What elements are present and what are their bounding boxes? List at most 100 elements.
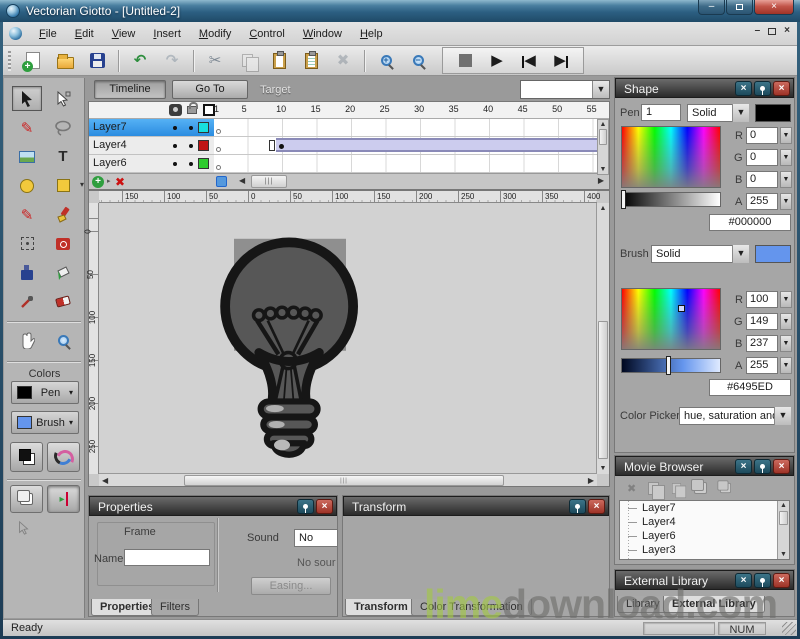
brush-color-button[interactable]: Brush ▾	[11, 411, 79, 434]
frame-cursor[interactable]	[269, 140, 275, 151]
movie-browser-hide-button[interactable]: ×	[735, 459, 752, 474]
mdi-minimize-button[interactable]: –	[755, 25, 761, 38]
movie-browser-close-button[interactable]: ×	[773, 459, 790, 474]
frames-row-layer7[interactable]	[214, 119, 599, 137]
brush-color-field[interactable]	[621, 288, 721, 350]
layer-color-swatch[interactable]	[198, 158, 209, 169]
stage-scroll-right[interactable]: ▶	[588, 476, 594, 485]
menu-item-window[interactable]: Window	[294, 25, 351, 43]
resize-grip[interactable]	[782, 622, 796, 635]
brush-style-dropdown-arrow[interactable]: ▼	[732, 245, 749, 263]
default-colors-button[interactable]	[10, 442, 43, 472]
layer-row-layer6[interactable]: Layer6	[89, 155, 214, 173]
close-button[interactable]: ×	[754, 0, 794, 15]
cut-button[interactable]: ✂	[201, 49, 229, 73]
image-tool[interactable]	[12, 144, 42, 169]
first-frame-button[interactable]: ◀	[515, 49, 543, 73]
external-library-hide-button[interactable]: ×	[735, 573, 752, 588]
hand-tool[interactable]	[12, 328, 42, 353]
mdi-close-button[interactable]: ×	[784, 25, 790, 38]
movie-browser-tree[interactable]: Layer7Layer4Layer6Layer3 ▲ ▼	[619, 500, 790, 560]
timeline-scroll-thumb[interactable]: |||	[251, 175, 287, 188]
stage-hscroll-thumb[interactable]: |||	[184, 475, 504, 486]
timeline-scroll-left[interactable]: ◀	[239, 176, 245, 185]
zoom-out-button[interactable]: −	[404, 49, 432, 73]
menu-item-modify[interactable]: Modify	[190, 25, 240, 43]
delete-layer-button[interactable]: ✖	[115, 175, 125, 189]
stage-canvas[interactable]	[99, 203, 597, 474]
layer-visible-dot[interactable]	[173, 126, 177, 130]
pen-luminance-slider[interactable]	[621, 192, 721, 207]
fill-transform-tool[interactable]	[48, 231, 78, 256]
pen-width-input[interactable]: 1	[641, 104, 681, 121]
rectangle-tool-flyout-arrow[interactable]: ▾	[80, 180, 84, 189]
new-document-button[interactable]: +	[19, 49, 47, 73]
go-to-movie-button[interactable]: Go To Movie	[172, 80, 248, 99]
stage-vertical-scrollbar[interactable]: ▲ ▼	[596, 203, 609, 474]
brush-a-spinner[interactable]: 255▼	[746, 357, 792, 374]
pen-r-spinner[interactable]: 0▼	[746, 127, 792, 144]
mb-scroll-down[interactable]: ▼	[778, 551, 789, 558]
pen-b-spinner[interactable]: 0▼	[746, 171, 792, 188]
menu-item-insert[interactable]: Insert	[144, 25, 190, 43]
text-tool[interactable]: T	[48, 144, 78, 169]
brush-r-spinner[interactable]: 100▼	[746, 291, 792, 308]
object-drawing-button[interactable]	[10, 485, 43, 513]
transform-close-button[interactable]: ×	[588, 499, 605, 514]
paste-special-button[interactable]	[297, 49, 325, 73]
pen-current-color-swatch[interactable]	[755, 104, 791, 122]
external-library-tab[interactable]: External Library	[663, 596, 765, 613]
mb-copy-icon[interactable]	[648, 482, 659, 495]
lasso-tool[interactable]	[48, 115, 78, 140]
transform-panel-titlebar[interactable]: Transform ×	[343, 496, 609, 516]
layer-visibility-icon[interactable]	[169, 104, 182, 116]
shape-hide-button[interactable]: ×	[735, 81, 752, 96]
brush-tool[interactable]	[48, 202, 78, 227]
keyframe-dot[interactable]	[279, 144, 284, 149]
filters-tab[interactable]: Filters	[151, 599, 199, 616]
layer-lock-icon[interactable]	[187, 106, 197, 114]
layer-lock-dot[interactable]	[189, 144, 193, 148]
pen-a-spinner[interactable]: 255▼	[746, 193, 792, 210]
shape-panel-titlebar[interactable]: Shape × ×	[615, 78, 794, 98]
timeline-vscroll-thumb[interactable]	[599, 129, 607, 145]
library-tab[interactable]: Library	[617, 596, 669, 613]
target-dropdown[interactable]: ▼	[520, 80, 610, 99]
brush-luminance-slider[interactable]	[621, 358, 721, 373]
external-library-pin-button[interactable]	[754, 573, 771, 588]
transform-pin-button[interactable]	[569, 499, 586, 514]
snap-align-button[interactable]: ▸	[47, 485, 80, 513]
stage-scroll-up[interactable]: ▲	[597, 205, 609, 212]
eraser-tool[interactable]	[48, 289, 78, 314]
pen-g-spinner[interactable]: 0▼	[746, 149, 792, 166]
center-frame-button[interactable]	[216, 176, 227, 187]
menu-item-control[interactable]: Control	[240, 25, 293, 43]
brush-luminance-handle[interactable]	[666, 356, 671, 375]
pen-style-dropdown-arrow[interactable]: ▼	[732, 104, 749, 122]
mdi-restore-button[interactable]	[768, 25, 776, 38]
last-frame-button[interactable]: ▶	[547, 49, 575, 73]
mb-scroll-up[interactable]: ▲	[778, 502, 789, 509]
properties-close-button[interactable]: ×	[316, 499, 333, 514]
movie-browser-titlebar[interactable]: Movie Browser × ×	[615, 456, 794, 476]
layer-menu-arrow[interactable]: ▸	[107, 177, 111, 185]
layer-visible-dot[interactable]	[173, 162, 177, 166]
properties-panel-titlebar[interactable]: Properties ×	[89, 496, 337, 516]
pen-color-field[interactable]	[621, 126, 721, 188]
frame-name-input[interactable]	[124, 549, 210, 566]
stage-vscroll-thumb[interactable]	[598, 321, 608, 459]
layer-lock-dot[interactable]	[189, 126, 193, 130]
movie-browser-item-layer3[interactable]: Layer3	[620, 543, 789, 557]
add-layer-button[interactable]: +	[92, 176, 104, 188]
timeline-tab[interactable]: Timeline	[94, 80, 166, 99]
sound-dropdown[interactable]: No sou	[294, 529, 338, 547]
frames-row-layer6[interactable]	[214, 155, 599, 173]
open-button[interactable]	[51, 49, 79, 73]
timeline-scroll-down[interactable]: ▼	[598, 166, 608, 173]
menu-item-file[interactable]: File	[30, 25, 66, 43]
brush-color-field-marker[interactable]	[678, 305, 685, 312]
mb-copy-frames-icon[interactable]	[672, 482, 681, 493]
play-button[interactable]: ▶	[483, 49, 511, 73]
zoom-in-button[interactable]: +	[372, 49, 400, 73]
minimize-button[interactable]: –	[698, 0, 725, 15]
